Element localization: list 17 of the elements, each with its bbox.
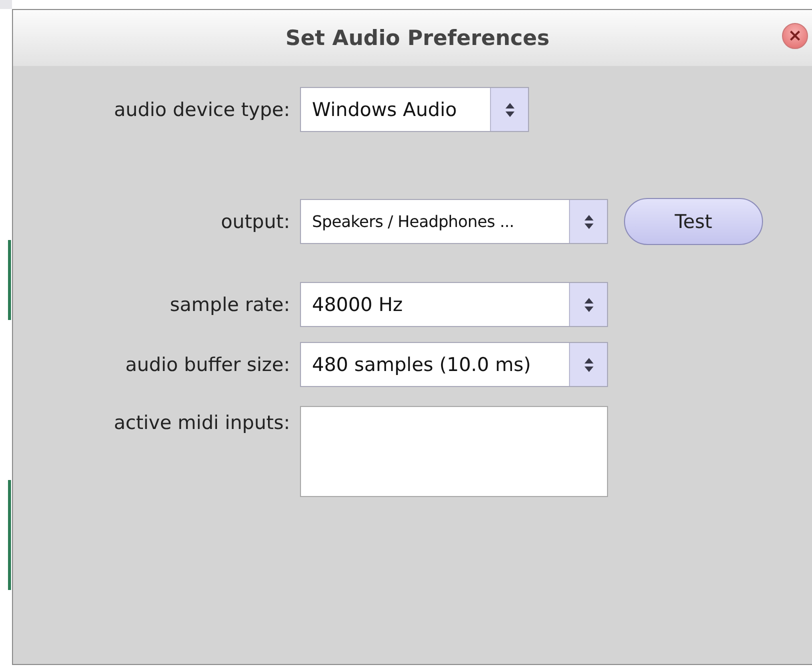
close-button[interactable]: × <box>782 23 808 49</box>
field-label: sample rate: <box>168 294 290 316</box>
list-box[interactable] <box>300 406 608 497</box>
up-down-arrows-icon <box>584 356 594 372</box>
dropdown[interactable]: Windows Audio <box>300 87 529 132</box>
dropdown[interactable]: 48000 Hz <box>300 282 608 327</box>
window-title: Set Audio Preferences <box>286 26 550 50</box>
up-down-arrows-icon <box>584 214 594 230</box>
field-label: active midi inputs: <box>112 412 290 434</box>
dropdown[interactable]: 480 samples (10.0 ms) <box>300 342 608 387</box>
field-label: output: <box>220 210 290 232</box>
field-label: audio buffer size: <box>124 354 290 376</box>
field-label: audio device type: <box>113 98 290 120</box>
test-button[interactable]: Test <box>624 198 763 245</box>
up-down-arrows-icon <box>504 102 514 118</box>
dropdown[interactable]: Speakers / Headphones ... <box>300 199 608 244</box>
up-down-arrows-icon <box>584 296 594 312</box>
